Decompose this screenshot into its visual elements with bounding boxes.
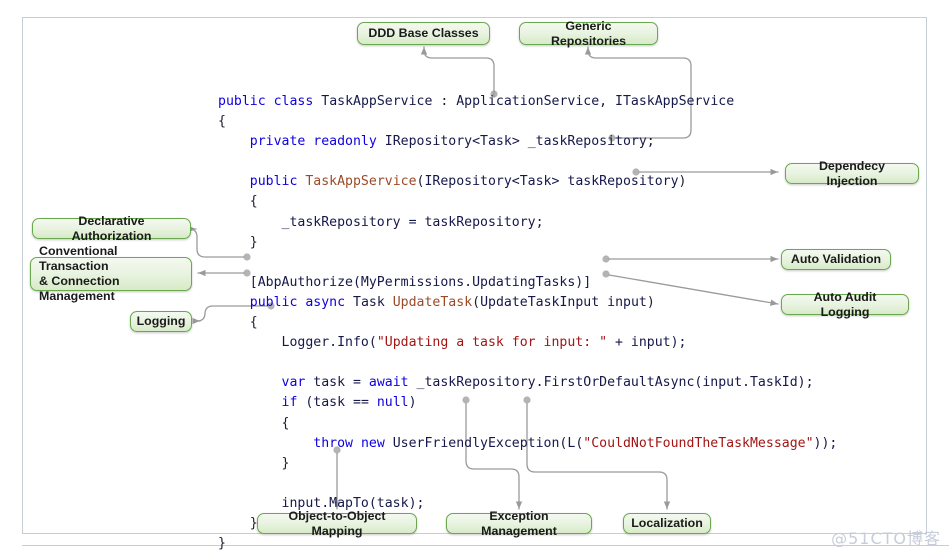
callout-auto-audit-logging[interactable]: Auto Audit Logging (781, 290, 909, 319)
callout-declarative-authorization[interactable]: Declarative Authorization (32, 214, 191, 243)
code-token: readonly (313, 134, 377, 150)
code-token: { (218, 415, 290, 431)
code-token: ITaskAppService (615, 94, 735, 109)
code-token: ) (408, 395, 417, 411)
code-token: ) (646, 294, 655, 310)
code-token: Logger.Info( (281, 335, 377, 351)
code-token: TaskAppService (305, 174, 417, 190)
code-token: } (218, 234, 258, 250)
code-token: } (218, 536, 226, 552)
code-token: , (599, 94, 616, 109)
code-line: var task = await _taskRepository.FirstOr… (218, 373, 837, 393)
code-line: Logger.Info("Updating a task for input: … (218, 333, 837, 353)
code-line: public TaskAppService(IRepository<Task> … (218, 172, 837, 192)
code-line: } (218, 454, 837, 474)
code-token: null (376, 395, 409, 411)
code-token: "Updating a task for input: " (376, 335, 608, 351)
code-token: new (360, 435, 385, 451)
callout-auto-validation[interactable]: Auto Validation (781, 249, 891, 270)
code-token: } (218, 455, 290, 471)
callout-localization[interactable]: Localization (623, 513, 711, 534)
code-token: : (432, 94, 457, 109)
code-token: )); (813, 435, 838, 451)
source-code-block: public class TaskAppService : Applicatio… (218, 92, 837, 554)
code-token: _taskRepository.FirstOrDefaultAsync(inpu… (408, 375, 814, 391)
code-token: (task == (297, 395, 377, 411)
code-token: var (281, 375, 306, 391)
callout-exception-management[interactable]: Exception Management (446, 509, 592, 538)
code-line: { (218, 112, 837, 132)
code-token: "CouldNotFoundTheTaskMessage" (583, 435, 814, 451)
callout-dependency-injection[interactable]: Dependecy Injection (785, 159, 919, 188)
callout-generic-repositories[interactable]: Generic Repositories (519, 19, 658, 48)
code-token: private (249, 134, 306, 150)
code-token: IRepository<Task> taskRepository (424, 174, 679, 190)
code-line: throw new UserFriendlyException(L("Could… (218, 434, 837, 454)
code-line: } (218, 233, 837, 253)
code-token: public (249, 294, 298, 310)
code-token: TaskAppService (321, 94, 433, 109)
code-token: { (218, 194, 258, 210)
code-token: UpdateTask (392, 294, 473, 310)
code-line: public class TaskAppService : Applicatio… (218, 92, 837, 112)
code-token: + input); (607, 335, 687, 351)
code-token: task = (305, 375, 369, 391)
callout-conventional-transaction[interactable]: Conventional Transaction & Connection Ma… (30, 244, 192, 303)
code-token: UpdateTaskInput input (480, 294, 647, 310)
code-token: await (368, 375, 409, 391)
code-token: if (281, 395, 298, 411)
code-line: { (218, 192, 837, 212)
diagram-canvas: public class TaskAppService : Applicatio… (0, 0, 949, 557)
watermark: @51CTO博客 (831, 529, 941, 548)
code-line: public async Task UpdateTask(UpdateTaskI… (218, 293, 837, 313)
code-line: { (218, 313, 837, 333)
code-token: [AbpAuthorize(MyPermissions.UpdatingTask… (249, 274, 592, 290)
code-token: _taskRepository = taskRepository; (281, 214, 544, 230)
code-token: class (273, 94, 314, 109)
code-line: [AbpAuthorize(MyPermissions.UpdatingTask… (218, 273, 837, 293)
code-token: Task (353, 294, 385, 310)
code-token: ApplicationService (456, 94, 600, 109)
code-token: ( (472, 294, 481, 310)
code-token: IRepository<Task> _taskRepository; (384, 134, 655, 150)
code-line: _taskRepository = taskRepository; (218, 213, 837, 233)
code-token: throw (313, 435, 353, 451)
code-token: { (218, 315, 258, 331)
code-line: private readonly IRepository<Task> _task… (218, 132, 837, 152)
code-token: public (218, 94, 266, 109)
code-line: if (task == null) (218, 393, 837, 413)
callout-logging[interactable]: Logging (130, 311, 192, 332)
code-line: { (218, 414, 837, 434)
callout-object-to-object-mapping[interactable]: Object-to-Object Mapping (257, 509, 417, 538)
callout-ddd-base-classes[interactable]: DDD Base Classes (357, 22, 490, 45)
code-token: public (249, 174, 298, 190)
code-token: UserFriendlyException(L( (384, 435, 584, 451)
code-token: } (218, 515, 258, 531)
code-token: ) (678, 174, 687, 190)
code-token: { (218, 114, 226, 130)
code-token: async (305, 294, 346, 310)
